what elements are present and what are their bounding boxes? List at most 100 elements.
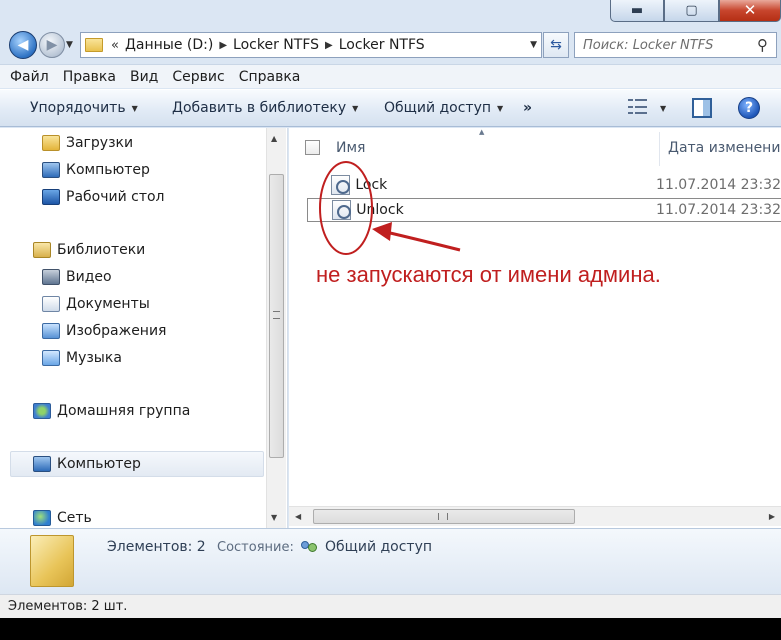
tree-item-desktop[interactable]: Рабочий стол <box>42 189 165 205</box>
tree-item-label: Видео <box>66 269 112 285</box>
desktop-icon <box>42 189 60 205</box>
network-icon <box>33 510 51 526</box>
help-button[interactable]: ? <box>738 97 760 119</box>
file-row-unlock[interactable]: Unlock 11.07.2014 23:32 <box>307 198 781 222</box>
chevron-down-icon[interactable]: ▼ <box>660 104 666 113</box>
tree-item-label: Компьютер <box>57 456 141 472</box>
breadcrumb-drive[interactable]: Данные (D:) <box>125 37 213 53</box>
search-icon[interactable]: ⚲ <box>757 36 768 54</box>
tree-item-label: Библиотеки <box>57 242 146 258</box>
item-count: Элементов: 2 <box>107 539 206 555</box>
maximize-button[interactable]: ▢ <box>664 0 719 22</box>
file-row-lock[interactable]: Lock 11.07.2014 23:32 <box>307 173 781 197</box>
libraries-icon <box>33 242 51 258</box>
search-input[interactable] <box>583 37 743 53</box>
tree-item-computer-fav[interactable]: Компьютер <box>42 162 150 178</box>
change-view-button[interactable]: ▼ <box>628 99 666 117</box>
homegroup-icon <box>33 403 51 419</box>
refresh-icon: ⇆ <box>550 37 562 53</box>
refresh-button[interactable]: ⇆ <box>543 32 569 58</box>
status-bar: Элементов: 2 шт. <box>0 594 781 618</box>
scroll-right-icon[interactable]: ▶ <box>769 512 775 521</box>
more-commands-button[interactable]: » <box>523 100 532 116</box>
tree-item-documents[interactable]: Документы <box>42 296 150 312</box>
menu-tools[interactable]: Сервис <box>170 69 226 85</box>
breadcrumb-separator[interactable]: ▶ <box>219 40 227 51</box>
forward-button[interactable]: ▶ <box>39 32 65 58</box>
tree-item-images[interactable]: Изображения <box>42 323 166 339</box>
help-icon: ? <box>744 100 754 116</box>
tree-item-video[interactable]: Видео <box>42 269 112 285</box>
tree-item-homegroup[interactable]: Домашняя группа <box>33 403 190 419</box>
tree-item-computer[interactable]: Компьютер <box>33 456 141 472</box>
share-button[interactable]: Общий доступ ▼ <box>384 100 503 116</box>
file-date: 11.07.2014 23:32 <box>656 202 781 218</box>
menu-file[interactable]: Файл <box>8 69 51 85</box>
file-name: Unlock <box>356 202 404 218</box>
breadcrumb-overflow[interactable]: « <box>111 38 119 53</box>
tree-item-label: Загрузки <box>66 135 134 151</box>
organize-button[interactable]: Упорядочить ▼ <box>30 100 138 116</box>
select-all-checkbox[interactable] <box>305 140 320 155</box>
images-icon <box>42 323 60 339</box>
minimize-icon: ▬ <box>630 3 644 18</box>
scrollbar-thumb[interactable] <box>313 509 575 524</box>
documents-icon <box>42 296 60 312</box>
menu-view[interactable]: Вид <box>128 69 160 85</box>
back-button[interactable]: ◀ <box>9 31 37 59</box>
music-icon <box>42 350 60 366</box>
breadcrumb-current[interactable]: Locker NTFS <box>339 37 425 53</box>
column-divider[interactable] <box>659 132 660 166</box>
folder-icon <box>85 38 103 52</box>
video-icon <box>42 269 60 285</box>
minimize-button[interactable]: ▬ <box>610 0 664 22</box>
address-dropdown-button[interactable]: ▼ <box>530 40 537 50</box>
menu-help[interactable]: Справка <box>237 69 303 85</box>
status-value: Общий доступ <box>325 539 433 555</box>
navigation-pane: Загрузки Компьютер Рабочий стол Библиоте… <box>0 128 288 528</box>
arrow-right-icon: ▶ <box>46 37 58 53</box>
command-toolbar: Упорядочить ▼ Добавить в библиотеку ▼ Об… <box>0 89 781 127</box>
close-button[interactable]: ✕ <box>719 0 781 22</box>
breadcrumb-folder[interactable]: Locker NTFS <box>233 37 319 53</box>
close-icon: ✕ <box>743 1 757 19</box>
column-name[interactable]: Имя <box>336 140 365 156</box>
tree-item-libraries[interactable]: Библиотеки <box>33 242 145 258</box>
scroll-up-icon[interactable]: ▲ <box>271 134 277 143</box>
add-to-library-button[interactable]: Добавить в библиотеку ▼ <box>172 100 358 116</box>
tree-item-label: Домашняя группа <box>57 403 191 419</box>
tree-item-label: Компьютер <box>66 162 150 178</box>
file-name: Lock <box>355 177 388 193</box>
computer-icon <box>42 162 60 178</box>
preview-pane-button[interactable] <box>692 98 712 118</box>
menu-edit[interactable]: Правка <box>61 69 118 85</box>
tree-item-network[interactable]: Сеть <box>33 510 92 526</box>
downloads-icon <box>42 135 60 151</box>
status-item-count: Элементов: 2 шт. <box>8 599 128 614</box>
navigation-row: ◀ ▶ ▼ « Данные (D:) ▶ Locker NTFS ▶ Lock… <box>0 28 781 62</box>
maximize-icon: ▢ <box>685 3 698 18</box>
scroll-left-icon[interactable]: ◀ <box>295 512 301 521</box>
column-date-modified[interactable]: Дата изменения <box>668 140 781 156</box>
share-label: Общий доступ <box>384 100 492 116</box>
history-dropdown-button[interactable]: ▼ <box>66 40 73 50</box>
organize-label: Упорядочить <box>30 100 126 116</box>
tree-item-label: Рабочий стол <box>66 189 165 205</box>
tree-item-downloads[interactable]: Загрузки <box>42 135 133 151</box>
address-bar[interactable]: « Данные (D:) ▶ Locker NTFS ▶ Locker NTF… <box>80 32 542 58</box>
tree-item-label: Документы <box>66 296 150 312</box>
search-box[interactable]: ⚲ <box>574 32 777 58</box>
details-view-icon <box>628 99 650 117</box>
breadcrumb-separator[interactable]: ▶ <box>325 40 333 51</box>
arrow-left-icon: ◀ <box>17 37 29 53</box>
grip-icon <box>438 513 448 520</box>
add-to-library-label: Добавить в библиотеку <box>172 100 347 116</box>
navigation-pane-scrollbar[interactable]: ▲ ▼ <box>266 128 286 528</box>
chevron-down-icon: ▼ <box>352 103 359 113</box>
script-file-icon <box>332 200 352 220</box>
explorer-window: ▬ ▢ ✕ ◀ ▶ ▼ « Данные (D:) ▶ Locker NTFS … <box>0 0 781 618</box>
scrollbar-thumb[interactable] <box>269 174 284 458</box>
file-list-horizontal-scrollbar[interactable]: ◀ ▶ <box>289 506 781 526</box>
scroll-down-icon[interactable]: ▼ <box>271 513 277 522</box>
tree-item-music[interactable]: Музыка <box>42 350 122 366</box>
